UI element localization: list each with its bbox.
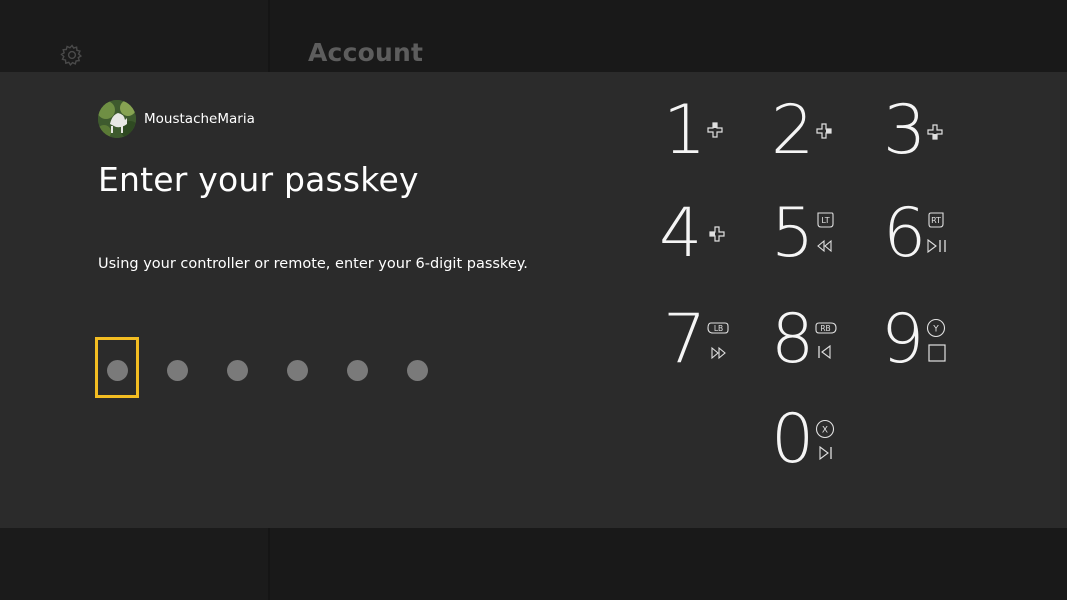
key-6[interactable]: 6 RT bbox=[883, 199, 983, 279]
key-4[interactable]: 4 bbox=[659, 199, 759, 279]
key-5[interactable]: 5 LT bbox=[771, 199, 871, 279]
key-9[interactable]: 9 Y bbox=[881, 305, 981, 385]
gear-icon bbox=[60, 44, 83, 67]
dpad-up-icon bbox=[707, 122, 723, 138]
page-title: Account bbox=[308, 38, 424, 67]
dpad-down-icon bbox=[927, 124, 943, 140]
pin-slot-3 bbox=[227, 360, 248, 381]
key-7[interactable]: 7 LB bbox=[663, 305, 763, 385]
key-1[interactable]: 1 bbox=[663, 96, 763, 176]
skip-forward-icon bbox=[817, 446, 833, 460]
rewind-icon bbox=[816, 239, 834, 253]
key-digit: 4 bbox=[659, 194, 702, 273]
key-3[interactable]: 3 bbox=[883, 96, 983, 176]
pin-slot-6 bbox=[407, 360, 428, 381]
dpad-left-icon bbox=[709, 226, 725, 242]
key-digit: 0 bbox=[771, 400, 814, 479]
x-button-icon: X bbox=[815, 419, 835, 439]
key-digit: 6 bbox=[883, 194, 926, 273]
key-digit: 2 bbox=[771, 91, 814, 170]
rt-button-icon: RT bbox=[926, 211, 946, 229]
key-digit: 7 bbox=[663, 300, 706, 379]
svg-text:RB: RB bbox=[820, 324, 830, 333]
lt-button-icon: LT bbox=[815, 211, 835, 229]
pin-slot-4 bbox=[287, 360, 308, 381]
fast-forward-icon bbox=[709, 346, 727, 360]
lb-button-icon: LB bbox=[707, 321, 729, 335]
svg-text:LT: LT bbox=[821, 216, 829, 225]
pin-slot-1[interactable] bbox=[107, 360, 128, 381]
play-pause-icon bbox=[926, 239, 948, 253]
y-button-icon: Y bbox=[926, 318, 946, 338]
rb-button-icon: RB bbox=[815, 321, 837, 335]
avatar bbox=[98, 100, 136, 138]
svg-text:LB: LB bbox=[714, 324, 723, 333]
dialog-instructions: Using your controller or remote, enter y… bbox=[98, 256, 528, 272]
dialog-heading: Enter your passkey bbox=[98, 160, 419, 199]
stop-icon bbox=[928, 344, 946, 362]
svg-text:RT: RT bbox=[931, 216, 941, 225]
key-digit: 8 bbox=[771, 300, 814, 379]
key-8[interactable]: 8 RB bbox=[771, 305, 871, 385]
key-2[interactable]: 2 bbox=[771, 96, 871, 176]
gamertag: MoustacheMaria bbox=[144, 111, 255, 127]
svg-text:X: X bbox=[822, 426, 828, 436]
key-digit: 1 bbox=[663, 91, 706, 170]
pin-slot-2 bbox=[167, 360, 188, 381]
key-digit: 3 bbox=[883, 91, 926, 170]
dpad-right-icon bbox=[816, 123, 832, 139]
skip-back-icon bbox=[817, 345, 833, 359]
key-digit: 5 bbox=[771, 194, 814, 273]
svg-text:Y: Y bbox=[932, 325, 939, 335]
pin-slot-5 bbox=[347, 360, 368, 381]
key-digit: 9 bbox=[881, 300, 924, 379]
key-0[interactable]: 0 X bbox=[771, 405, 871, 485]
